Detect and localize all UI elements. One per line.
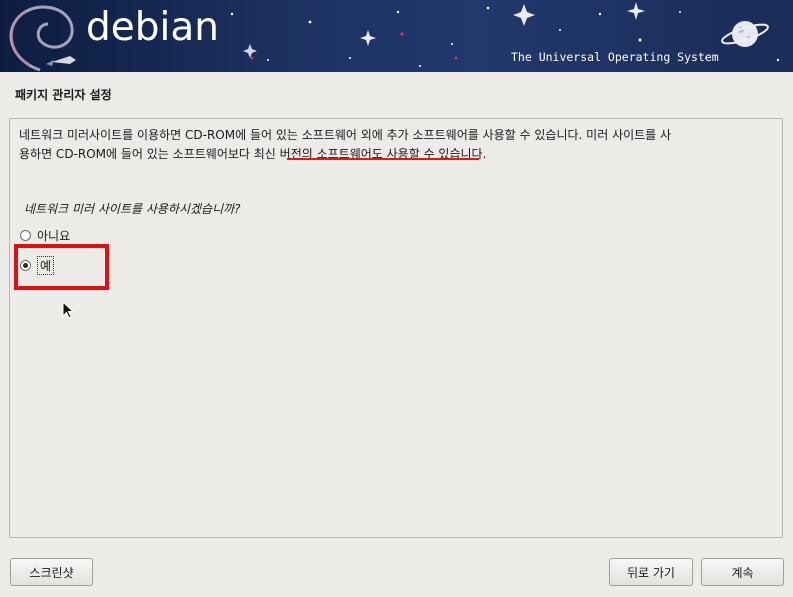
debian-banner: debian The Universal Operating System xyxy=(0,0,793,72)
page-title: 패키지 관리자 설정 xyxy=(15,88,112,102)
back-button[interactable]: 뒤로 가기 xyxy=(609,558,693,586)
red-stars xyxy=(250,32,458,60)
red-highlight-annotation xyxy=(14,244,109,290)
planet-icon xyxy=(721,21,769,47)
debian-logo-text: debian xyxy=(86,5,219,50)
option-no[interactable]: 아니요 xyxy=(20,227,70,244)
rocket-icon xyxy=(46,56,76,66)
content-panel: 네트워크 미러사이트를 이용하면 CD-ROM에 들어 있는 소프트웨어 외에 … xyxy=(9,118,783,538)
description-line-2: 용하면 CD-ROM에 들어 있는 소프트웨어보다 최신 버전의 소프트웨어도 … xyxy=(19,147,487,161)
screenshot-button[interactable]: 스크린샷 xyxy=(10,558,93,586)
option-no-label[interactable]: 아니요 xyxy=(37,227,70,244)
banner-tagline: The Universal Operating System xyxy=(511,50,719,64)
question-label: 네트워크 미러 사이트를 사용하시겠습니까? xyxy=(24,202,241,216)
mouse-cursor-icon xyxy=(62,301,75,319)
continue-button[interactable]: 계속 xyxy=(701,558,784,586)
description-line-1: 네트워크 미러사이트를 이용하면 CD-ROM에 들어 있는 소프트웨어 외에 … xyxy=(19,128,672,142)
radio-no[interactable] xyxy=(20,230,31,241)
red-underline-annotation xyxy=(287,158,479,160)
